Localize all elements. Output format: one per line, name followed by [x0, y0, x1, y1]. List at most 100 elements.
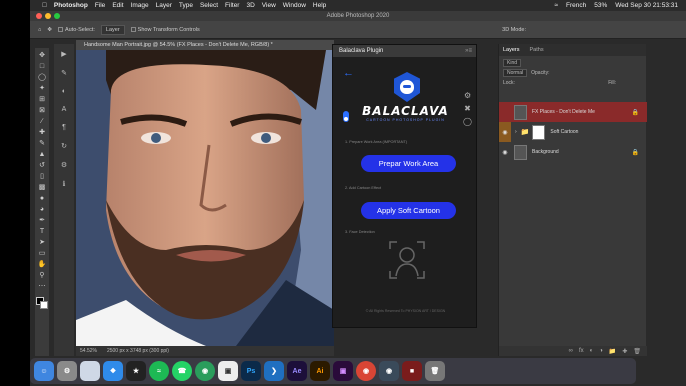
chrome-icon-2[interactable]: ◉ — [356, 361, 376, 381]
document-canvas[interactable] — [76, 50, 334, 346]
layer-name[interactable]: FX Places - Don't Delete Me — [532, 109, 595, 115]
spotify-icon[interactable]: ≈ — [149, 361, 169, 381]
menu-help[interactable]: Help — [313, 2, 326, 9]
hand-tool-icon[interactable]: ✋ — [38, 260, 47, 269]
menu-image[interactable]: Image — [131, 2, 149, 9]
more-tools-icon[interactable]: ⋯ — [39, 282, 46, 291]
pen-tool-icon[interactable]: ✒ — [39, 216, 45, 225]
marquee-tool-icon[interactable]: □ — [40, 62, 44, 71]
launchpad-icon[interactable]: ⚙ — [57, 361, 77, 381]
minimize-window-button[interactable] — [45, 13, 51, 19]
screenflow-icon[interactable]: ▣ — [218, 361, 238, 381]
stamp-tool-icon[interactable]: ▲ — [39, 150, 46, 159]
panel-menu-icon[interactable]: »≡ — [465, 45, 472, 57]
menu-edit[interactable]: Edit — [112, 2, 123, 9]
illustrator-icon[interactable]: Ai — [310, 361, 330, 381]
safari-icon[interactable]: ❖ — [103, 361, 123, 381]
eraser-tool-icon[interactable]: ▯ — [40, 172, 44, 181]
clock[interactable]: Wed Sep 30 21:53:31 — [615, 2, 678, 9]
auto-select-checkbox[interactable]: Auto-Select: — [57, 27, 95, 33]
adjust-panel-icon[interactable]: ◐ — [62, 88, 66, 95]
zoom-window-button[interactable] — [54, 13, 60, 19]
healing-brush-icon[interactable]: ✚ — [39, 128, 45, 137]
eye-icon[interactable]: ◉ — [499, 122, 511, 142]
type-tool-icon[interactable]: T — [40, 227, 44, 236]
blur-tool-icon[interactable]: ● — [40, 194, 44, 203]
brush-panel-icon[interactable]: ✎ — [61, 69, 67, 77]
menu-3d[interactable]: 3D — [246, 2, 254, 9]
new-layer-icon[interactable]: ✚ — [622, 348, 627, 355]
layer-row[interactable]: ◉ › 📁 Soft Cartoon — [499, 122, 647, 142]
settings-icon[interactable]: ⚙ — [464, 91, 471, 100]
character-panel-icon[interactable]: A — [62, 106, 67, 113]
frame-tool-icon[interactable]: ⊠ — [39, 106, 45, 115]
layer-name[interactable]: Background — [532, 149, 559, 155]
refresh-icon[interactable]: ◯ — [463, 117, 472, 126]
home-icon[interactable]: ⌂ — [38, 27, 41, 33]
preview-icon[interactable] — [80, 361, 100, 381]
tab-paths[interactable]: Paths — [530, 44, 544, 56]
expand-group-icon[interactable]: › — [515, 129, 517, 135]
back-arrow-icon[interactable]: ← — [343, 67, 354, 79]
menu-file[interactable]: File — [95, 2, 105, 9]
eyedropper-tool-icon[interactable]: ∕ — [41, 117, 42, 126]
fx-icon[interactable]: fx — [579, 348, 584, 354]
zoom-tool-icon[interactable]: ⚲ — [39, 271, 44, 280]
menu-filter[interactable]: Filter — [225, 2, 239, 9]
premiere-icon[interactable]: ▣ — [333, 361, 353, 381]
trash-icon[interactable]: 🗑 — [633, 348, 641, 355]
apple-icon[interactable]:  — [42, 2, 47, 9]
new-group-icon[interactable]: 📁 — [609, 348, 616, 355]
color-swatches[interactable] — [36, 297, 48, 309]
battery-percent[interactable]: 53% — [594, 2, 607, 9]
face-detection-icon[interactable] — [388, 240, 426, 280]
show-transform-checkbox[interactable]: Show Transform Controls — [130, 27, 200, 33]
close-window-button[interactable] — [36, 13, 42, 19]
language-indicator[interactable]: French — [566, 2, 586, 9]
visibility-toggle[interactable] — [499, 102, 511, 122]
move-tool-icon[interactable]: ✥ — [47, 27, 52, 33]
plugin-toggle[interactable] — [343, 111, 349, 122]
eye-icon[interactable]: ◉ — [499, 142, 511, 162]
apply-soft-cartoon-button[interactable]: Apply Soft Cartoon — [361, 202, 456, 219]
trash-icon[interactable]: 🗑 — [425, 361, 445, 381]
layer-name[interactable]: Soft Cartoon — [550, 129, 578, 135]
lasso-tool-icon[interactable]: ◯ — [38, 73, 46, 82]
menu-layer[interactable]: Layer — [156, 2, 172, 9]
paragraph-panel-icon[interactable]: ¶ — [62, 124, 66, 131]
layer-row[interactable]: ◉ Background 🔒 — [499, 142, 647, 162]
move-tool-icon[interactable]: ✥ — [39, 51, 45, 60]
history-panel-icon[interactable]: ↻ — [61, 142, 67, 150]
background-color[interactable] — [40, 301, 48, 309]
final-cut-icon[interactable]: ★ — [126, 361, 146, 381]
blend-mode-select[interactable]: Normal — [503, 69, 528, 77]
menu-app-name[interactable]: Photoshop — [54, 2, 88, 9]
document-tab[interactable]: Handsome Man Portrait.jpg @ 54.5% (FX Pl… — [76, 40, 334, 50]
link-icon[interactable]: ∞ — [569, 348, 573, 354]
misc-icon[interactable]: ■ — [402, 361, 422, 381]
play-icon[interactable]: ▶ — [61, 50, 66, 58]
menu-window[interactable]: Window — [283, 2, 306, 9]
prepare-work-area-button[interactable]: Prepar Work Area — [361, 155, 456, 172]
photoshop-icon[interactable]: Ps — [241, 361, 261, 381]
path-select-icon[interactable]: ➤ — [39, 238, 45, 247]
tab-layers[interactable]: Layers — [503, 44, 520, 56]
info-panel-icon[interactable]: ℹ — [63, 180, 66, 188]
properties-panel-icon[interactable]: ⚙ — [61, 161, 67, 169]
layer-kind-filter[interactable]: Kind — [503, 59, 522, 67]
menu-type[interactable]: Type — [179, 2, 193, 9]
chrome-icon[interactable]: ◉ — [195, 361, 215, 381]
mask-icon[interactable]: ◐ — [590, 348, 594, 354]
camera-icon[interactable]: ◉ — [379, 361, 399, 381]
dodge-tool-icon[interactable]: ◕ — [40, 205, 44, 214]
auto-select-dropdown[interactable]: Layer — [100, 24, 125, 35]
vscode-icon[interactable]: ❯ — [264, 361, 284, 381]
menu-select[interactable]: Select — [200, 2, 218, 9]
crop-tool-icon[interactable]: ⊞ — [39, 95, 45, 104]
shape-tool-icon[interactable]: ▭ — [39, 249, 46, 258]
gradient-tool-icon[interactable]: ▩ — [39, 183, 46, 192]
finder-icon[interactable]: ☺ — [34, 361, 54, 381]
history-brush-icon[interactable]: ↺ — [39, 161, 45, 170]
adjustment-icon[interactable]: ◑ — [599, 348, 603, 354]
layer-row[interactable]: FX Places - Don't Delete Me 🔒 — [499, 102, 647, 122]
